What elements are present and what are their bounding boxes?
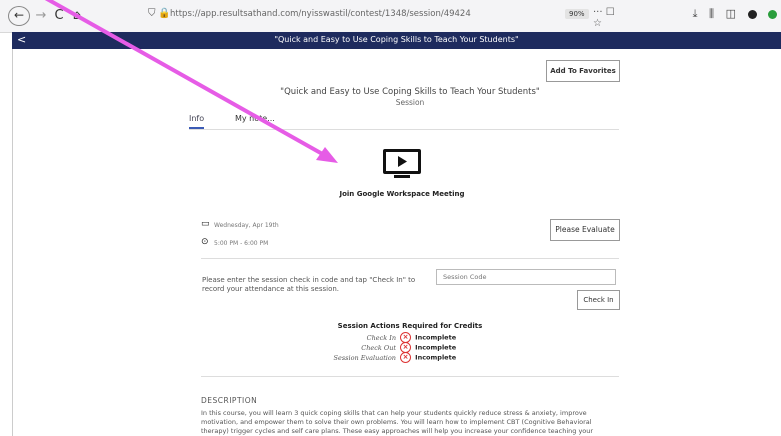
page-actions-icon[interactable]: ··· ☐ ☆ [593, 7, 620, 29]
description-text: In this course, you will learn 3 quick c… [201, 409, 594, 435]
check-in-instructions: Please enter the session check in code a… [202, 276, 416, 293]
session-actions-title: Session Actions Required for Credits [337, 322, 483, 330]
join-meeting-link[interactable]: Join Google Workspace Meeting [338, 190, 466, 198]
library-icon[interactable]: ⫼ [709, 7, 714, 20]
action-status: Incomplete [415, 333, 457, 342]
action-label: Session Evaluation [333, 353, 396, 362]
action-session-evaluation: Session Evaluation × Incomplete [300, 352, 520, 363]
session-date: Wednesday, Apr 19th [214, 222, 279, 229]
browser-toolbar: ← → C ⌂ ⛉ 🔒 https://app.resultsathand.co… [0, 0, 781, 33]
tab-divider [189, 129, 619, 130]
zoom-level[interactable]: 90% [565, 9, 589, 19]
description-title: DESCRIPTION [201, 396, 258, 405]
browser-reload-button[interactable]: C [52, 6, 66, 26]
lock-icon: 🔒 [158, 8, 171, 19]
please-evaluate-button[interactable]: Please Evaluate [550, 219, 620, 241]
sidebar-icon[interactable]: ◫ [726, 7, 736, 20]
action-status: Incomplete [415, 353, 457, 362]
session-time: 5:00 PM - 6:00 PM [214, 240, 269, 247]
action-label: Check Out [361, 343, 396, 352]
session-title: "Quick and Easy to Use Coping Skills to … [280, 87, 540, 97]
url-text[interactable]: https://app.resultsathand.com/nyisswasti… [170, 9, 471, 19]
google-meeting-card[interactable]: Join Google Workspace Meeting [338, 142, 466, 204]
description-divider [201, 376, 619, 377]
add-to-favorites-button[interactable]: Add To Favorites [546, 60, 620, 82]
session-subtitle: Session [395, 98, 425, 107]
session-page [12, 49, 781, 436]
incomplete-x-icon: × [400, 352, 412, 363]
tab-info[interactable]: Info [189, 114, 205, 129]
action-status: Incomplete [415, 343, 457, 352]
shield-icon: ⛉ [148, 8, 156, 19]
browser-home-button[interactable]: ⌂ [70, 6, 84, 26]
tab-my-notes[interactable]: My note... [235, 114, 275, 123]
check-in-button[interactable]: Check In [577, 290, 620, 310]
extension-icon[interactable] [747, 9, 757, 19]
app-title-bar: < "Quick and Easy to Use Coping Skills t… [12, 32, 781, 49]
clock-icon: ⊙ [201, 237, 209, 247]
section-divider [201, 258, 619, 259]
calendar-icon: ▭ [201, 219, 210, 229]
address-bar[interactable]: ⛉ 🔒 https://app.resultsathand.com/nyissw… [140, 5, 620, 29]
download-icon[interactable]: ⤓ [693, 7, 698, 20]
video-play-icon [383, 149, 421, 178]
browser-forward-button[interactable]: → [34, 6, 48, 26]
browser-back-button[interactable]: ← [8, 6, 30, 26]
session-code-input[interactable] [436, 269, 616, 285]
extension-green-icon[interactable] [768, 9, 777, 19]
action-label: Check In [366, 333, 396, 342]
browser-extensions: ⤓ ⫼ ◫ [685, 7, 777, 21]
title-bar-text: "Quick and Easy to Use Coping Skills to … [274, 35, 519, 44]
